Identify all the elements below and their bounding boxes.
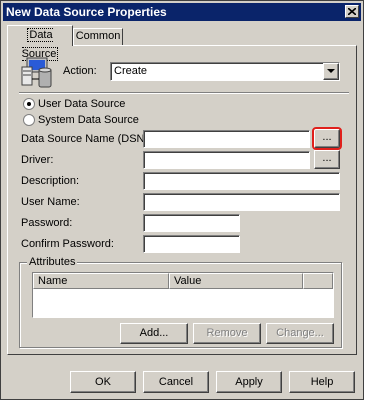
password-label: Password: xyxy=(21,217,73,229)
username-label: User Name: xyxy=(21,196,80,208)
change-attribute-label: Change... xyxy=(276,327,324,339)
dsn-input[interactable] xyxy=(143,130,310,148)
action-select[interactable]: Create xyxy=(110,62,340,81)
tab-common[interactable]: Common xyxy=(73,28,123,46)
column-header-name-label: Name xyxy=(38,275,68,287)
password-input[interactable] xyxy=(143,214,240,232)
column-header-filler xyxy=(303,273,333,289)
apply-label: Apply xyxy=(235,376,263,388)
database-icon xyxy=(21,55,53,89)
confirm-password-input[interactable] xyxy=(143,235,240,253)
remove-attribute-button[interactable]: Remove xyxy=(193,323,261,344)
driver-input[interactable] xyxy=(143,151,310,169)
system-data-source-radio[interactable] xyxy=(23,114,35,126)
dsn-label: Data Source Name (DSN): xyxy=(21,133,152,145)
remove-attribute-label: Remove xyxy=(206,327,248,339)
help-button[interactable]: Help xyxy=(289,371,355,393)
ok-label: OK xyxy=(95,376,111,388)
cancel-label: Cancel xyxy=(158,376,194,388)
change-attribute-button[interactable]: Change... xyxy=(266,323,334,344)
close-icon xyxy=(348,8,356,15)
description-label: Description: xyxy=(21,175,80,187)
column-header-name[interactable]: Name xyxy=(33,273,169,289)
action-label: Action: xyxy=(63,65,97,77)
add-attribute-label: Add... xyxy=(139,327,169,339)
column-header-value[interactable]: Value xyxy=(169,273,303,289)
action-dropdown-button[interactable] xyxy=(323,63,339,80)
separator xyxy=(19,92,349,94)
chevron-down-icon xyxy=(327,69,335,73)
help-label: Help xyxy=(310,376,334,388)
window-title: New Data Source Properties xyxy=(6,5,167,19)
username-input[interactable] xyxy=(143,193,340,211)
user-data-source-label: User Data Source xyxy=(38,98,126,110)
ok-button[interactable]: OK xyxy=(70,371,136,393)
confirm-password-label: Confirm Password: xyxy=(21,238,114,250)
user-data-source-radio[interactable] xyxy=(23,98,35,110)
add-attribute-button[interactable]: Add... xyxy=(120,323,188,344)
column-header-value-label: Value xyxy=(174,275,202,287)
driver-browse-label: ... xyxy=(322,152,332,164)
system-data-source-label: System Data Source xyxy=(38,114,139,126)
tab-common-label: Common xyxy=(75,30,121,42)
attributes-group-label: Attributes xyxy=(27,256,78,268)
dsn-browse-button[interactable]: ... xyxy=(312,127,342,150)
cancel-button[interactable]: Cancel xyxy=(143,371,209,393)
driver-label: Driver: xyxy=(21,154,54,166)
description-input[interactable] xyxy=(143,172,340,190)
action-select-value: Create xyxy=(114,65,148,77)
driver-browse-button[interactable]: ... xyxy=(314,150,340,169)
title-bar[interactable]: New Data Source Properties xyxy=(3,3,361,21)
apply-button[interactable]: Apply xyxy=(216,371,282,393)
active-tab-join xyxy=(8,44,72,47)
close-button[interactable] xyxy=(345,5,359,18)
dialog-window: New Data Source Properties Data Source C… xyxy=(0,0,364,400)
tab-data-source[interactable]: Data Source xyxy=(7,25,73,61)
attributes-list[interactable]: Name Value xyxy=(32,272,334,318)
dsn-browse-label: ... xyxy=(322,131,332,143)
